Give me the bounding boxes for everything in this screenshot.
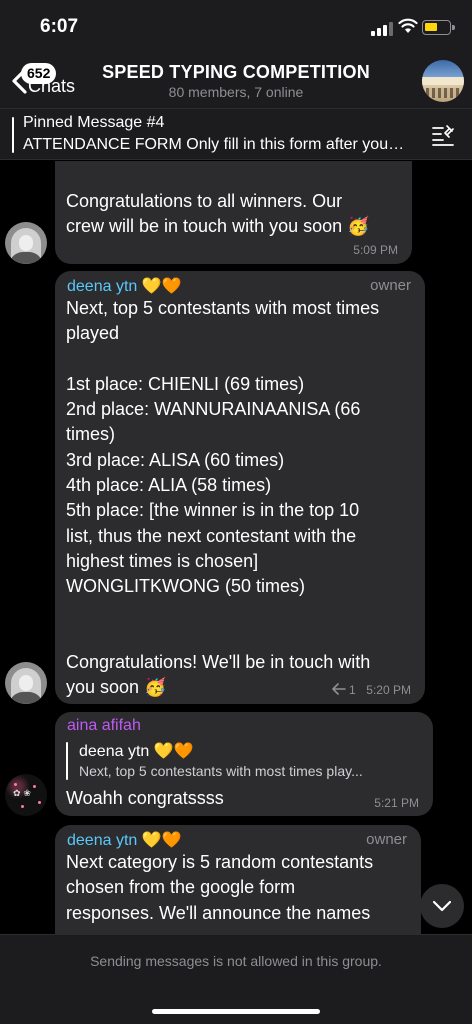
sender-name[interactable]: deena ytn 💛🧡 xyxy=(67,830,182,850)
message-bubble[interactable]: deena ytn 💛🧡 owner Next category is 5 ra… xyxy=(55,825,421,934)
pinned-indicator xyxy=(12,117,14,153)
sender-name[interactable]: aina afifah xyxy=(67,717,141,735)
chat-title[interactable]: SPEED TYPING COMPETITION xyxy=(90,62,382,83)
message-list[interactable]: Congratulations to all winners. Our crew… xyxy=(0,161,472,934)
reply-count[interactable]: 1 xyxy=(349,683,356,697)
message-text: Next category is 5 random contestants ch… xyxy=(66,852,374,923)
pinned-text: ATTENDANCE FORM Only fill in this form a… xyxy=(23,136,405,153)
message-text: Woahh congratssss xyxy=(66,788,224,808)
reply-preview[interactable]: deena ytn 💛🧡 Next, top 5 contestants wit… xyxy=(66,738,422,784)
avatar[interactable] xyxy=(5,222,47,264)
sender-name[interactable]: deena ytn 💛🧡 xyxy=(67,276,182,296)
message-time: 5:21 PM xyxy=(374,796,419,810)
home-indicator[interactable] xyxy=(152,1009,320,1014)
back-button[interactable]: Chats 652 xyxy=(6,60,86,100)
pinned-message-bar[interactable]: Pinned Message #4 ATTENDANCE FORM Only f… xyxy=(0,108,472,160)
chat-header: Chats 652 SPEED TYPING COMPETITION 80 me… xyxy=(0,54,472,108)
scroll-to-bottom-button[interactable] xyxy=(420,884,464,928)
pinned-list-icon[interactable] xyxy=(430,123,456,147)
signal-icon xyxy=(371,22,393,36)
sender-role: owner xyxy=(370,277,411,294)
message-time: 5:09 PM xyxy=(353,243,398,257)
chevron-down-icon xyxy=(432,900,452,912)
chat-subtitle: 80 members, 7 online xyxy=(168,84,304,100)
message-bubble[interactable]: deena ytn 💛🧡 owner Next, top 5 contestan… xyxy=(55,271,425,704)
unread-badge: 652 xyxy=(21,63,57,84)
message-time: 5:20 PM xyxy=(366,683,411,697)
reply-arrow-icon xyxy=(332,683,346,695)
avatar[interactable] xyxy=(5,662,47,704)
wifi-icon xyxy=(398,18,418,33)
pinned-title: Pinned Message #4 xyxy=(23,114,165,131)
message-bubble[interactable]: aina afifah deena ytn 💛🧡 Next, top 5 con… xyxy=(55,712,433,816)
message-bubble[interactable]: Congratulations to all winners. Our crew… xyxy=(55,161,412,264)
reply-sender: deena ytn 💛🧡 xyxy=(79,743,194,760)
status-time: 6:07 xyxy=(40,16,79,37)
status-bar: 6:07 xyxy=(0,0,472,54)
disabled-notice: Sending messages is not allowed in this … xyxy=(90,953,382,969)
sender-role: owner xyxy=(366,831,407,848)
reply-indicator xyxy=(66,742,68,780)
reply-text: Next, top 5 contestants with most times … xyxy=(79,763,363,779)
message-text: Next, top 5 contestants with most times … xyxy=(66,298,380,698)
group-avatar[interactable] xyxy=(422,60,464,102)
composer-disabled-bar: Sending messages is not allowed in this … xyxy=(0,934,472,1024)
battery-icon xyxy=(422,20,455,35)
avatar[interactable]: ✿ ❀ xyxy=(5,774,47,816)
message-text: Congratulations to all winners. Our crew… xyxy=(66,191,370,237)
